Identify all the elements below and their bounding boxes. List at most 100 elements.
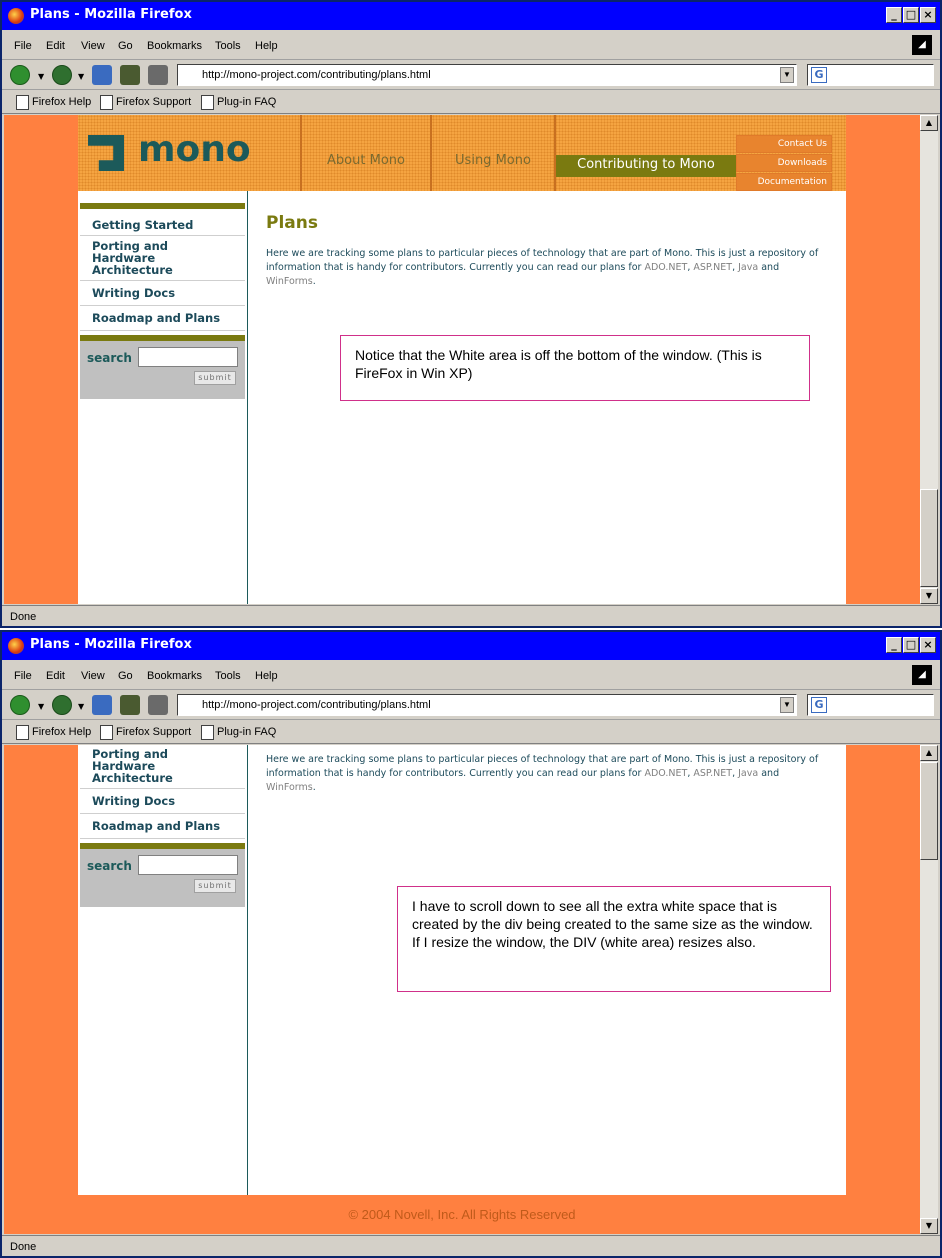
- url-text: http://mono-project.com/contributing/pla…: [202, 699, 431, 711]
- link-winforms[interactable]: WinForms: [266, 276, 313, 287]
- stop-button[interactable]: [120, 65, 140, 85]
- menu-view[interactable]: View: [81, 40, 105, 52]
- reload-button[interactable]: [92, 695, 112, 715]
- menu-bookmarks[interactable]: Bookmarks: [147, 40, 202, 52]
- search-input[interactable]: [138, 347, 238, 367]
- url-bar[interactable]: http://mono-project.com/contributing/pla…: [177, 694, 797, 716]
- menu-bookmarks[interactable]: Bookmarks: [147, 670, 202, 682]
- page-white-area: Porting and Hardware Architecture Writin…: [78, 745, 846, 1195]
- link-asp-net[interactable]: ASP.NET: [693, 768, 732, 779]
- bookmark-firefox-help[interactable]: Firefox Help: [16, 95, 91, 110]
- bookmark-plugin-faq[interactable]: Plug-in FAQ: [201, 95, 276, 110]
- menu-file[interactable]: File: [14, 670, 32, 682]
- menu-tools[interactable]: Tools: [215, 670, 241, 682]
- throbber-icon: ◢: [912, 665, 932, 685]
- downloads-link[interactable]: Downloads: [736, 154, 832, 172]
- scroll-thumb[interactable]: [920, 762, 938, 860]
- status-text: Done: [10, 1241, 37, 1253]
- link-ado-net[interactable]: ADO.NET: [644, 262, 687, 273]
- submit-button[interactable]: submit: [194, 371, 236, 385]
- intro-paragraph: Here we are tracking some plans to parti…: [266, 248, 819, 287]
- reload-button[interactable]: [92, 65, 112, 85]
- back-button[interactable]: [10, 695, 30, 715]
- sidebar-item-roadmap[interactable]: Roadmap and Plans: [80, 814, 245, 839]
- google-search-icon[interactable]: G: [811, 67, 827, 83]
- stop-button[interactable]: [120, 695, 140, 715]
- link-java[interactable]: Java: [738, 262, 758, 273]
- link-winforms[interactable]: WinForms: [266, 782, 313, 793]
- close-button[interactable]: ×: [920, 7, 936, 23]
- documentation-link[interactable]: Documentation: [736, 173, 832, 191]
- forward-dropdown-icon[interactable]: ▼: [78, 702, 84, 711]
- menu-go[interactable]: Go: [118, 670, 133, 682]
- search-bar[interactable]: G: [807, 694, 934, 716]
- tab-about-mono[interactable]: About Mono: [300, 115, 430, 191]
- contact-us-link[interactable]: Contact Us: [736, 135, 832, 153]
- mono-logo[interactable]: mono: [88, 129, 251, 177]
- page-viewport[interactable]: mono About Mono Using Mono Contributing …: [4, 115, 920, 604]
- menu-edit[interactable]: Edit: [46, 670, 65, 682]
- menu-help[interactable]: Help: [255, 670, 278, 682]
- menu-bar: File Edit View Go Bookmarks Tools Help ◢: [2, 662, 940, 690]
- browser-window-bottom: Plans - Mozilla Firefox _ □ × File Edit …: [0, 630, 942, 1258]
- url-text: http://mono-project.com/contributing/pla…: [202, 69, 431, 81]
- sidebar: Porting and Hardware Architecture Writin…: [78, 745, 248, 1195]
- bookmark-firefox-support[interactable]: Firefox Support: [100, 95, 191, 110]
- link-java[interactable]: Java: [738, 768, 758, 779]
- bookmark-firefox-help[interactable]: Firefox Help: [16, 725, 91, 740]
- back-dropdown-icon[interactable]: ▼: [38, 702, 44, 711]
- forward-button[interactable]: [52, 65, 72, 85]
- url-bar[interactable]: http://mono-project.com/contributing/pla…: [177, 64, 797, 86]
- vertical-scrollbar[interactable]: ▲ ▼: [920, 745, 938, 1234]
- window-title: Plans - Mozilla Firefox: [30, 7, 192, 22]
- search-label: search: [87, 351, 132, 365]
- scroll-up-icon[interactable]: ▲: [920, 115, 938, 131]
- and-text: and: [761, 262, 780, 273]
- maximize-button[interactable]: □: [903, 637, 919, 653]
- browser-window-top: Plans - Mozilla Firefox _ □ × File Edit …: [0, 0, 942, 628]
- home-button[interactable]: [148, 695, 168, 715]
- menu-go[interactable]: Go: [118, 40, 133, 52]
- search-input[interactable]: [138, 855, 238, 875]
- scroll-up-icon[interactable]: ▲: [920, 745, 938, 761]
- sidebar-item-getting-started[interactable]: Getting Started: [80, 209, 245, 236]
- maximize-button[interactable]: □: [903, 7, 919, 23]
- intro-paragraph: Here we are tracking some plans to parti…: [266, 754, 819, 793]
- forward-button[interactable]: [52, 695, 72, 715]
- sidebar-item-porting[interactable]: Porting and Hardware Architecture: [80, 745, 245, 789]
- minimize-button[interactable]: _: [886, 7, 902, 23]
- google-search-icon[interactable]: G: [811, 697, 827, 713]
- url-dropdown-icon[interactable]: ▼: [780, 697, 794, 713]
- page-viewport[interactable]: Porting and Hardware Architecture Writin…: [4, 745, 920, 1234]
- sidebar-item-roadmap[interactable]: Roadmap and Plans: [80, 306, 245, 331]
- close-button[interactable]: ×: [920, 637, 936, 653]
- status-bar: Done: [2, 1235, 940, 1256]
- forward-dropdown-icon[interactable]: ▼: [78, 72, 84, 81]
- menu-view[interactable]: View: [81, 670, 105, 682]
- menu-help[interactable]: Help: [255, 40, 278, 52]
- bookmark-firefox-support[interactable]: Firefox Support: [100, 725, 191, 740]
- url-dropdown-icon[interactable]: ▼: [780, 67, 794, 83]
- sidebar-item-porting[interactable]: Porting and Hardware Architecture: [80, 236, 245, 281]
- vertical-scrollbar[interactable]: ▲ ▼: [920, 115, 938, 604]
- sidebar-item-writing-docs[interactable]: Writing Docs: [80, 789, 245, 814]
- back-button[interactable]: [10, 65, 30, 85]
- menu-file[interactable]: File: [14, 40, 32, 52]
- title-bar: Plans - Mozilla Firefox _ □ ×: [2, 2, 940, 30]
- sidebar-item-writing-docs[interactable]: Writing Docs: [80, 281, 245, 306]
- home-button[interactable]: [148, 65, 168, 85]
- menu-tools[interactable]: Tools: [215, 40, 241, 52]
- submit-button[interactable]: submit: [194, 879, 236, 893]
- link-asp-net[interactable]: ASP.NET: [693, 262, 732, 273]
- search-bar[interactable]: G: [807, 64, 934, 86]
- minimize-button[interactable]: _: [886, 637, 902, 653]
- menu-edit[interactable]: Edit: [46, 40, 65, 52]
- tab-using-mono[interactable]: Using Mono: [430, 115, 554, 191]
- scroll-down-icon[interactable]: ▼: [920, 1218, 938, 1234]
- link-ado-net[interactable]: ADO.NET: [644, 768, 687, 779]
- scroll-thumb[interactable]: [920, 489, 938, 587]
- back-dropdown-icon[interactable]: ▼: [38, 72, 44, 81]
- tab-contributing[interactable]: Contributing to Mono: [554, 115, 736, 191]
- scroll-down-icon[interactable]: ▼: [920, 588, 938, 604]
- bookmark-plugin-faq[interactable]: Plug-in FAQ: [201, 725, 276, 740]
